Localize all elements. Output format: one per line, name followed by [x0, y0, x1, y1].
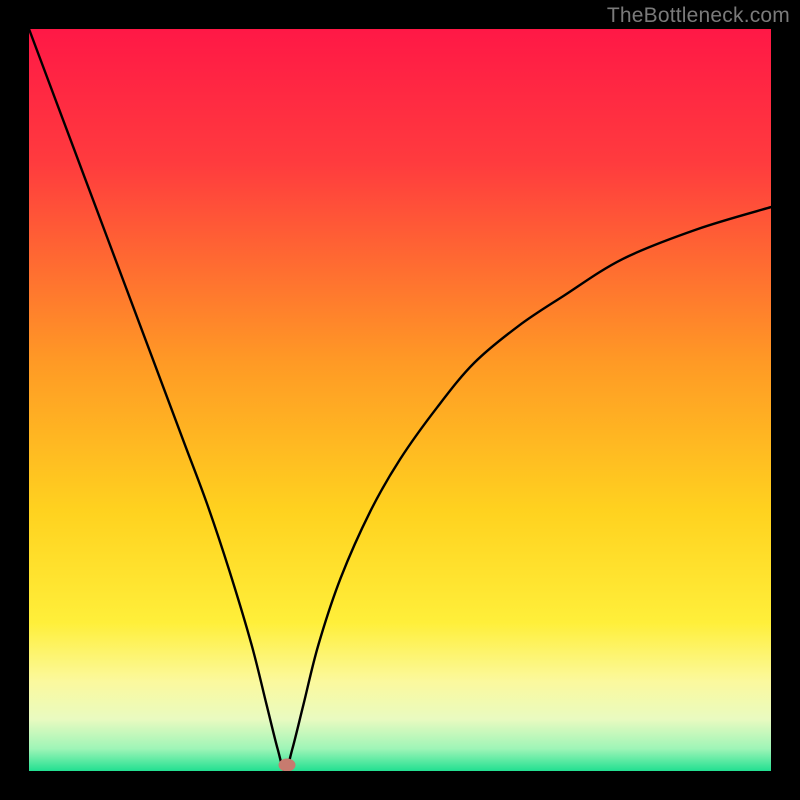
- optimal-point-marker: [279, 759, 296, 771]
- chart-frame: TheBottleneck.com: [0, 0, 800, 800]
- watermark-text: TheBottleneck.com: [607, 4, 790, 28]
- plot-area: [29, 29, 771, 771]
- curve-layer: [29, 29, 771, 771]
- bottleneck-curve: [29, 29, 771, 771]
